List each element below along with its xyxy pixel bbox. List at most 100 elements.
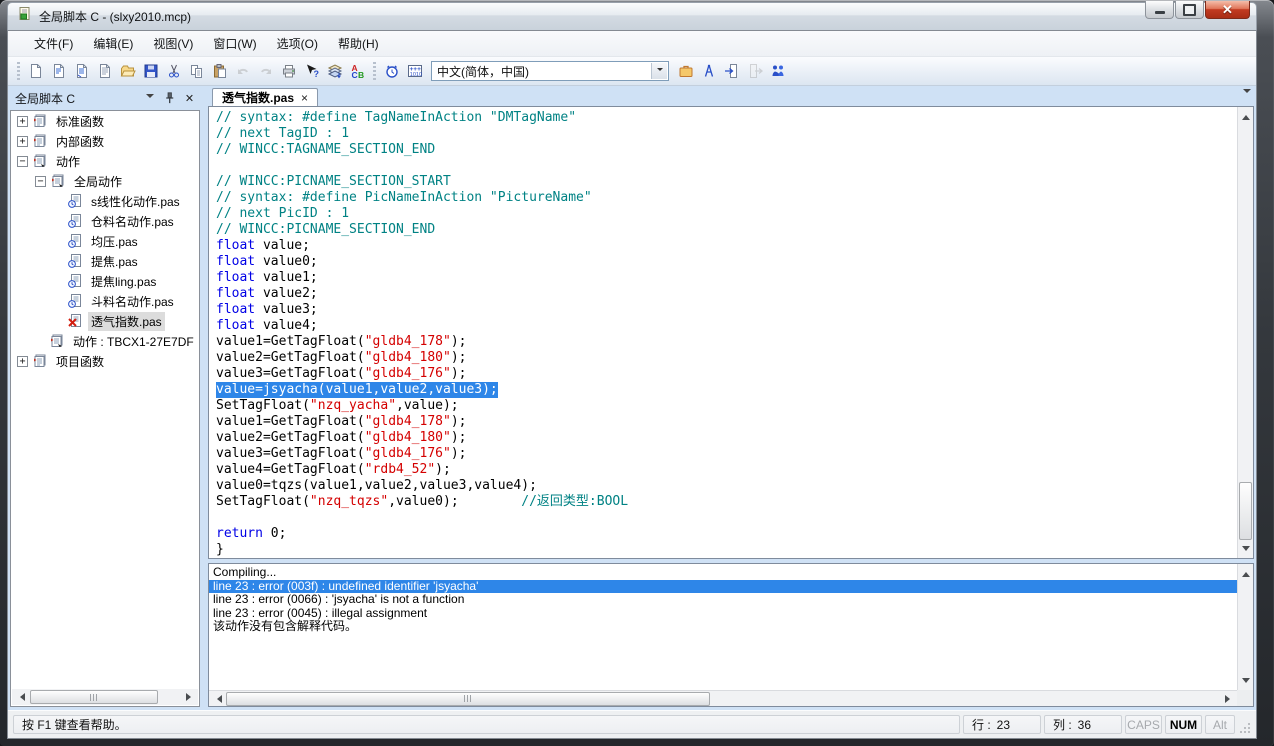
print-icon[interactable] [277,60,300,82]
tree-item-0[interactable]: +项目函数 [11,351,199,371]
tree-item-7[interactable]: 均压.pas [11,231,199,251]
minimize-button[interactable] [1145,1,1174,19]
output-line-3[interactable]: line 23 : error (0045) : illegal assignm… [209,607,1237,621]
tree-item-10[interactable]: 斗料名动作.pas [11,291,199,311]
project-folder-icon[interactable] [674,60,697,82]
combobox-dropdown-button[interactable] [651,63,667,79]
expand-icon[interactable]: + [17,136,28,147]
collapse-icon[interactable]: − [17,156,28,167]
code-editor[interactable]: // syntax: #define TagNameInAction "DMTa… [208,106,1254,559]
tree-item-3[interactable]: −动作 [11,151,199,171]
cut-icon[interactable] [162,60,185,82]
tag-values-icon[interactable]: +++1010 [403,60,426,82]
code-line-13[interactable]: float value4; [216,318,1237,334]
menu-item-5[interactable]: 帮助(H) [328,32,389,55]
sidebar-hscrollbar[interactable] [12,689,198,705]
tree-item-1[interactable]: +标准函数 [11,111,199,131]
menu-item-3[interactable]: 窗口(W) [203,32,266,55]
scroll-right-button[interactable] [1221,691,1237,707]
scroll-up-button[interactable] [1238,564,1254,580]
scroll-left-button[interactable] [209,691,225,707]
help-icon[interactable]: ? [300,60,323,82]
scroll-down-button[interactable] [1238,674,1254,690]
scroll-right-button[interactable] [182,689,198,705]
code-line-8[interactable]: float value; [216,238,1237,254]
scroll-thumb[interactable] [30,690,158,704]
code-line-6[interactable]: // next PicID : 1 [216,206,1237,222]
output-vscrollbar[interactable] [1237,564,1253,690]
restore-button[interactable] [1175,1,1204,19]
menu-item-2[interactable]: 视图(V) [143,32,203,55]
open-action-icon[interactable] [47,60,70,82]
output-line-4[interactable]: 该动作没有包含解释代码。 [209,620,1237,634]
code-pane[interactable]: // syntax: #define TagNameInAction "DMTa… [209,107,1237,558]
tree-item-12[interactable]: 动作 : TBCX1-27E7DF [11,331,199,351]
code-line-23[interactable]: value0=tqzs(value1,value2,value3,value4)… [216,478,1237,494]
output-hscrollbar[interactable] [209,690,1237,706]
collapse-icon[interactable]: − [35,176,46,187]
redo-icon[interactable] [254,60,277,82]
tree-item-4[interactable]: −全局动作 [11,171,199,191]
open-folder-icon[interactable] [116,60,139,82]
undo-icon[interactable] [231,60,254,82]
paste-icon[interactable] [208,60,231,82]
code-line-4[interactable]: // WINCC:PICNAME_SECTION_START [216,174,1237,190]
tree-item-8[interactable]: 提焦.pas [11,251,199,271]
scroll-left-button[interactable] [12,689,28,705]
code-line-27[interactable]: } [216,542,1237,558]
language-combobox[interactable]: 中文(简体，中国) [431,61,669,81]
compile-icon[interactable] [323,60,346,82]
output-line-0[interactable]: Compiling... [209,566,1237,580]
output-line-2[interactable]: line 23 : error (0066) : 'jsyacha' is no… [209,593,1237,607]
session-icon[interactable] [766,60,789,82]
scroll-thumb[interactable] [1239,482,1252,540]
new-file-icon[interactable] [24,60,47,82]
import-icon[interactable] [720,60,743,82]
code-line-16[interactable]: value3=GetTagFloat("gldb4_176"); [216,366,1237,382]
code-line-19[interactable]: value1=GetTagFloat("gldb4_178"); [216,414,1237,430]
export-icon[interactable] [743,60,766,82]
tab-close-icon[interactable]: × [301,93,308,103]
code-line-17[interactable]: value=jsyacha(value1,value2,value3); [216,382,1237,398]
code-line-26[interactable]: return 0; [216,526,1237,542]
runtime-clock-icon[interactable] [380,60,403,82]
code-line-21[interactable]: value3=GetTagFloat("gldb4_176"); [216,446,1237,462]
menu-item-1[interactable]: 编辑(E) [83,32,143,55]
close-button[interactable]: ✕ [1205,1,1250,19]
panel-menu-button[interactable] [142,91,157,106]
code-line-22[interactable]: value4=GetTagFloat("rdb4_52"); [216,462,1237,478]
editor-vscrollbar[interactable] [1237,107,1253,558]
code-line-7[interactable]: // WINCC:PICNAME_SECTION_END [216,222,1237,238]
resize-grip[interactable] [1238,715,1251,734]
code-line-15[interactable]: value2=GetTagFloat("gldb4_180"); [216,350,1237,366]
expand-icon[interactable]: + [17,116,28,127]
compass-icon[interactable] [697,60,720,82]
panel-close-button[interactable]: ✕ [182,91,197,106]
tree-item-6[interactable]: 仓料名动作.pas [11,211,199,231]
code-line-18[interactable]: SetTagFloat("nzq_yacha",value); [216,398,1237,414]
menu-item-0[interactable]: 文件(F) [24,32,83,55]
scroll-thumb[interactable] [226,692,710,706]
save-icon[interactable] [139,60,162,82]
tree-item-9[interactable]: 提焦ling.pas [11,271,199,291]
code-line-2[interactable]: // WINCC:TAGNAME_SECTION_END [216,142,1237,158]
expand-icon[interactable]: + [17,356,28,367]
code-line-14[interactable]: value1=GetTagFloat("gldb4_178"); [216,334,1237,350]
code-line-10[interactable]: float value1; [216,270,1237,286]
code-line-24[interactable]: SetTagFloat("nzq_tqzs",value0); //返回类型:B… [216,494,1237,510]
code-line-5[interactable]: // syntax: #define PicNameInAction "Pict… [216,190,1237,206]
copy-icon[interactable] [185,60,208,82]
code-line-9[interactable]: float value0; [216,254,1237,270]
code-line-0[interactable]: // syntax: #define TagNameInAction "DMTa… [216,110,1237,126]
pin-button[interactable] [162,91,177,106]
titlebar[interactable]: 全局脚本 C - (slxy2010.mcp) [7,2,1257,30]
scroll-up-button[interactable] [1238,107,1254,123]
tree-item-2[interactable]: +内部函数 [11,131,199,151]
scroll-down-button[interactable] [1238,542,1254,558]
code-line-25[interactable] [216,510,1237,526]
code-line-1[interactable]: // next TagID : 1 [216,126,1237,142]
tree-item-5[interactable]: s线性化动作.pas [11,191,199,211]
code-line-20[interactable]: value2=GetTagFloat("gldb4_180"); [216,430,1237,446]
output-line-selected[interactable]: line 23 : error (003f) : undefined ident… [209,580,1237,594]
document-icon[interactable] [93,60,116,82]
